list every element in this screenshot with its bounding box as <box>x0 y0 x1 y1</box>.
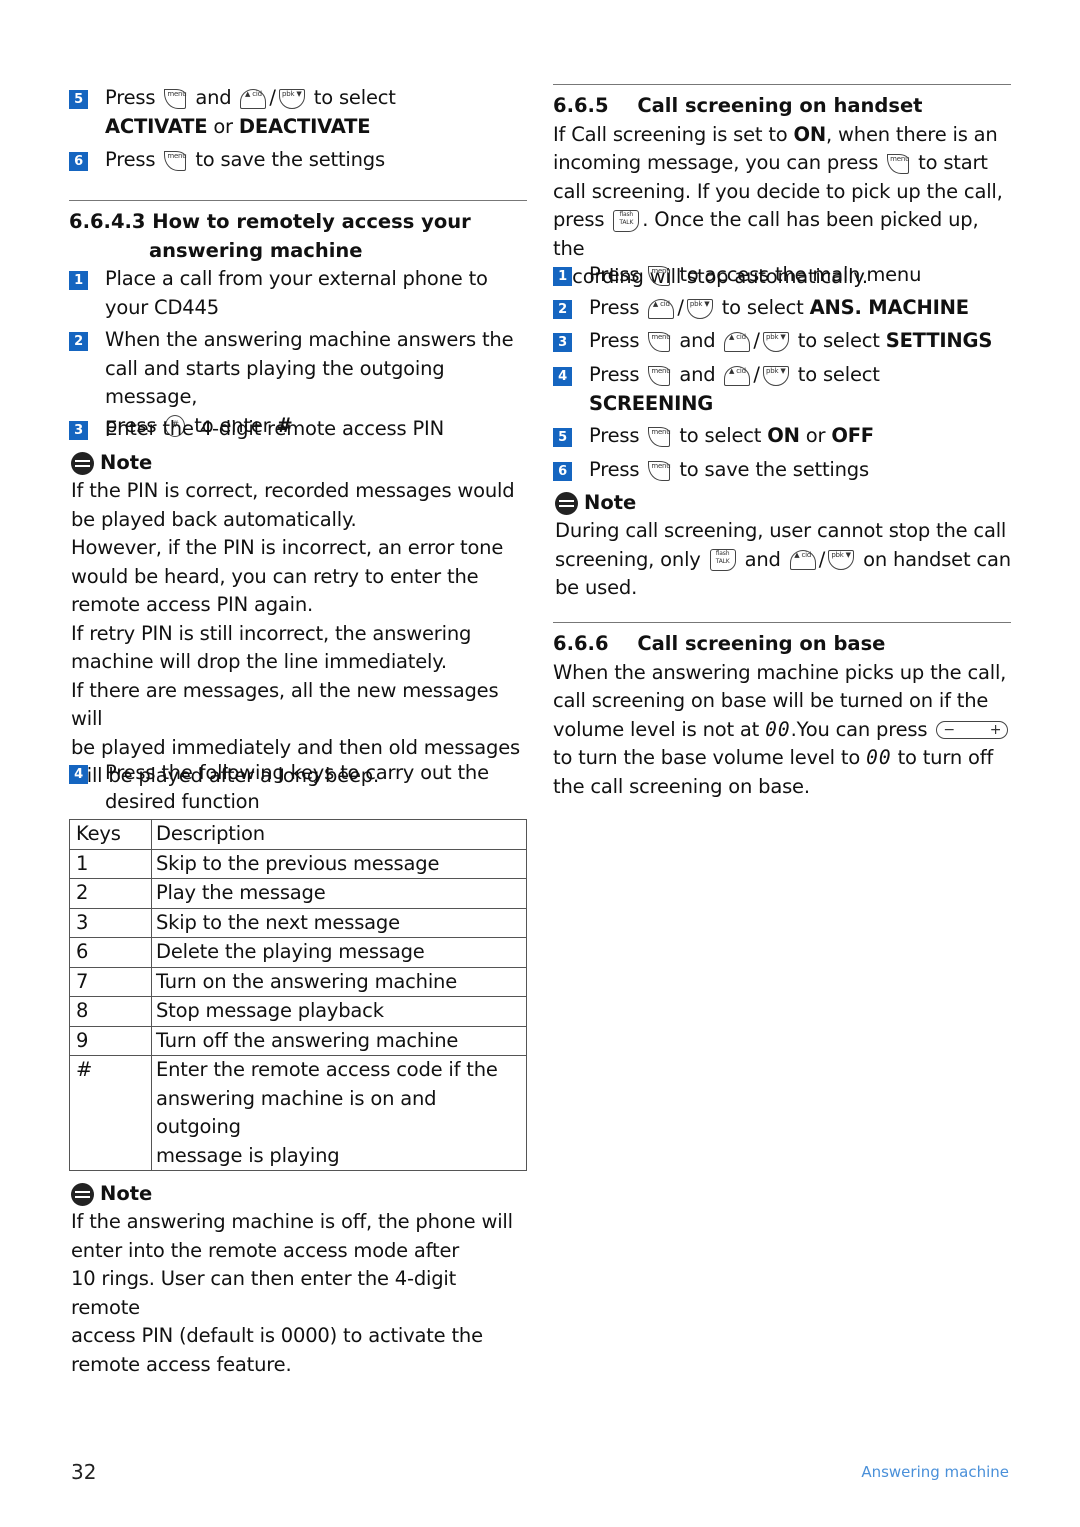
remote-step-3: 3 Enter the 4-digit remote access PIN <box>69 415 527 444</box>
section-divider <box>553 84 1011 85</box>
screening-step-5: 5 Press menu to select ON or OFF <box>553 422 1011 451</box>
step-number: 5 <box>553 428 572 447</box>
cid-up-key-icon: ▲ cid <box>724 331 751 352</box>
page-number: 32 <box>71 1460 97 1484</box>
cid-up-key-icon: ▲ cid <box>789 550 816 570</box>
step-number: 3 <box>553 333 572 352</box>
note-icon <box>71 1182 94 1206</box>
note-icon <box>555 491 578 515</box>
section-heading-6-6-4-3: 6.6.4.3 How to remotely access your answ… <box>69 210 471 262</box>
step-number: 6 <box>69 152 88 171</box>
step-number: 1 <box>553 267 572 286</box>
table-row: 6 Delete the playing message <box>69 937 527 968</box>
pbk-down-key-icon: pbk ▼ <box>762 365 789 386</box>
pbk-down-key-icon: pbk ▼ <box>278 88 305 109</box>
table-row: 2 Play the message <box>69 878 527 909</box>
table-row: # Enter the remote access code if the ans… <box>69 1055 527 1171</box>
menu-key-icon: menu <box>648 460 671 481</box>
remote-step-4: 4 Press the following keys to carry out … <box>69 759 527 816</box>
table-row: 8 Stop message playback <box>69 996 527 1027</box>
table-row: 7 Turn on the answering machine <box>69 966 527 997</box>
volume-display-00: 00 <box>866 746 892 769</box>
cid-up-key-icon: ▲ cid <box>648 298 675 319</box>
volume-display-00: 00 <box>765 717 791 741</box>
step-number: 3 <box>69 421 88 440</box>
pbk-down-key-icon: pbk ▼ <box>686 298 713 319</box>
table-row: 3 Skip to the next message <box>69 907 527 938</box>
menu-key-icon: menu <box>164 150 187 171</box>
step-6-save: 6 Press menu to save the settings <box>69 146 527 175</box>
menu-key-icon: menu <box>648 331 671 352</box>
talk-key-icon: flash TALK <box>709 549 736 571</box>
footer-section-title: Answering machine <box>861 1463 1009 1481</box>
step-number: 6 <box>553 462 572 481</box>
section-divider <box>69 200 527 201</box>
volume-key-icon: − + <box>936 721 1009 739</box>
screening-step-6: 6 Press menu to save the settings <box>553 456 1011 485</box>
remote-keys-table: Keys Description 1 Skip to the previous m… <box>69 819 527 1171</box>
step-5-activate: 5 Press menu and ▲ cid / pbk ▼ to select A… <box>69 84 527 141</box>
step-number: 2 <box>69 332 88 351</box>
table-row: 9 Turn off the answering machine <box>69 1025 527 1056</box>
menu-key-icon: menu <box>887 153 910 174</box>
talk-key-icon: flash TALK <box>613 209 640 232</box>
section-heading-6-6-5: 6.6.5 Call screening on handset <box>553 94 923 117</box>
table-row: 1 Skip to the previous message <box>69 848 527 879</box>
screening-step-4: 4 Press menu and ▲ cid / pbk ▼ to select SC… <box>553 361 1011 418</box>
screening-step-2: 2 Press ▲ cid / pbk ▼ to select ANS. MACHI… <box>553 294 1011 323</box>
step-number: 5 <box>69 90 88 109</box>
step-number: 4 <box>69 765 88 784</box>
note-pin: Note If the PIN is correct, recorded mes… <box>71 451 520 787</box>
menu-key-icon: menu <box>164 88 187 109</box>
screening-step-1: 1 Press menu to access the main menu <box>553 261 1011 290</box>
note-call-screening: Note During call screening, user cannot … <box>555 491 1011 599</box>
step-number: 2 <box>553 300 572 319</box>
section-heading-6-6-6: 6.6.6 Call screening on base <box>553 632 886 655</box>
menu-key-icon: menu <box>648 265 671 286</box>
cid-up-key-icon: ▲ cid <box>724 365 751 386</box>
table-header-row: Keys Description <box>69 819 527 850</box>
note-icon <box>71 451 94 475</box>
step-number: 1 <box>69 271 88 290</box>
menu-key-icon: menu <box>648 365 671 386</box>
pbk-down-key-icon: pbk ▼ <box>828 550 855 570</box>
cid-up-key-icon: ▲ cid <box>240 88 267 109</box>
screening-step-3: 3 Press menu and ▲ cid / pbk ▼ to select S… <box>553 327 1011 356</box>
menu-key-icon: menu <box>648 426 671 447</box>
step-number: 4 <box>553 367 572 386</box>
pbk-down-key-icon: pbk ▼ <box>762 331 789 352</box>
section-6-6-6: 6.6.6 Call screening on base When the an… <box>553 630 1013 801</box>
section-divider <box>553 622 1011 623</box>
remote-step-1: 1 Place a call from your external phone … <box>69 265 527 322</box>
note-remote-mode: Note If the answering machine is off, th… <box>71 1182 513 1376</box>
